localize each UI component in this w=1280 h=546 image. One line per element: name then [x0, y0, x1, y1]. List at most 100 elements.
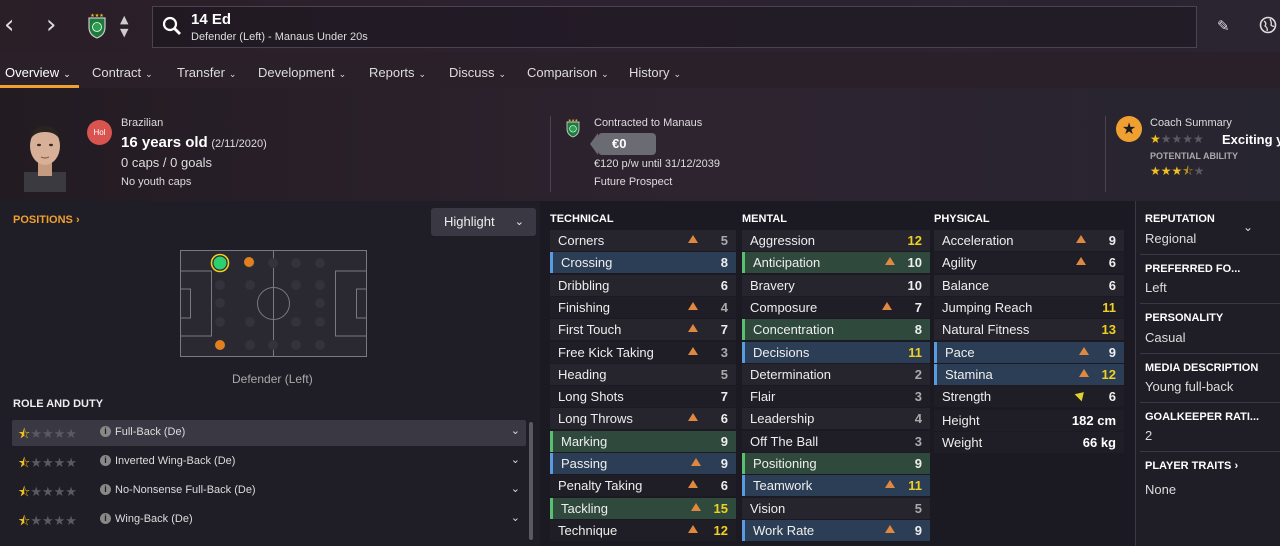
chevron-down-icon[interactable]: ⌄	[511, 453, 520, 466]
role-row-wing-back[interactable]: ⯪★★★★ i Wing-Back (De) ⌄	[12, 507, 526, 533]
club-crest-small-icon: ★★★	[566, 118, 580, 138]
attribute-row[interactable]: Technique 12	[550, 519, 736, 541]
attribute-row[interactable]: Stamina 12	[934, 363, 1124, 385]
attribute-row[interactable]: Strength 6	[934, 386, 1124, 408]
attribute-label: Acceleration	[942, 233, 1014, 248]
attribute-row[interactable]: Anticipation 10	[742, 252, 930, 274]
tab-reports[interactable]: Reports ⌄	[369, 65, 426, 80]
coach-summary-title: Coach Summary	[1150, 117, 1232, 129]
attribute-label: Long Shots	[558, 389, 624, 405]
attribute-value: 3	[914, 389, 922, 405]
attribute-trend-icon	[688, 346, 698, 355]
role-row-full-back[interactable]: ⯪★★★★ i Full-Back (De) ⌄	[12, 420, 526, 446]
attribute-row[interactable]: Composure 7	[742, 296, 930, 318]
forward-arrow-icon[interactable]: ›	[46, 12, 56, 38]
attribute-value: 6	[1108, 389, 1116, 405]
attribute-trend-icon	[885, 524, 895, 533]
attribute-row[interactable]: Leadership 4	[742, 408, 930, 430]
tab-comparison[interactable]: Comparison ⌄	[527, 65, 609, 80]
attribute-value: 7	[914, 299, 922, 315]
attribute-label: Anticipation	[753, 255, 821, 271]
chevron-down-icon[interactable]: ⌄	[511, 424, 520, 437]
attribute-row[interactable]: Marking 9	[550, 430, 736, 452]
attribute-row[interactable]: Natural Fitness 13	[934, 319, 1124, 341]
age-line: 16 years old (2/11/2020)	[121, 134, 267, 151]
edit-icon[interactable]: ✎	[1217, 17, 1230, 35]
attribute-row[interactable]: Decisions 11	[742, 341, 930, 363]
attribute-row[interactable]: Heading 5	[550, 363, 736, 385]
attribute-row[interactable]: Bravery 10	[742, 274, 930, 296]
info-icon[interactable]: i	[100, 484, 111, 495]
role-label: No-Nonsense Full-Back (De)	[115, 484, 256, 496]
attribute-row[interactable]: First Touch 7	[550, 319, 736, 341]
attribute-row[interactable]: Tackling 15	[550, 497, 736, 519]
attribute-row[interactable]: Aggression 12	[742, 230, 930, 251]
attribute-row[interactable]: Jumping Reach 11	[934, 296, 1124, 318]
attribute-row[interactable]: Teamwork 11	[742, 475, 930, 497]
attribute-trend-icon	[1074, 388, 1088, 402]
tab-contract[interactable]: Contract ⌄	[92, 65, 153, 80]
back-arrow-icon[interactable]: ‹	[4, 12, 14, 38]
attribute-row[interactable]: Off The Ball 3	[742, 430, 930, 452]
attribute-row[interactable]: Pace 9	[934, 341, 1124, 363]
role-row-inverted-wing-back[interactable]: ⯪★★★★ i Inverted Wing-Back (De) ⌄	[12, 449, 526, 475]
highlight-dropdown[interactable]: Highlight ⌄	[431, 208, 536, 236]
attribute-row[interactable]: Agility 6	[934, 252, 1124, 274]
role-label: Inverted Wing-Back (De)	[115, 455, 236, 467]
attribute-row[interactable]: Work Rate 9	[742, 519, 930, 541]
divider	[1140, 303, 1280, 304]
attribute-label: Teamwork	[753, 478, 813, 494]
attribute-value: 11	[908, 344, 922, 360]
tab-transfer[interactable]: Transfer ⌄	[177, 65, 236, 80]
attribute-value: 9	[914, 456, 922, 471]
chevron-down-icon[interactable]: ⌄	[511, 511, 520, 524]
info-icon[interactable]: i	[100, 455, 111, 466]
attribute-row[interactable]: Positioning 9	[742, 453, 930, 474]
tab-development[interactable]: Development ⌄	[258, 65, 346, 80]
svg-text:★★★: ★★★	[90, 13, 104, 19]
attribute-row[interactable]: Dribbling 6	[550, 274, 736, 296]
attribute-label: Penalty Taking	[558, 478, 643, 494]
attribute-row[interactable]: Concentration 8	[742, 319, 930, 341]
attribute-row[interactable]: Free Kick Taking 3	[550, 341, 736, 363]
media-description-value: Young full-back	[1145, 379, 1234, 394]
attribute-row[interactable]: Crossing 8	[550, 252, 736, 274]
player-switch-icon[interactable]: ▲ ▼	[120, 13, 128, 39]
positions-link[interactable]: POSITIONS ›	[13, 214, 80, 226]
player-face	[24, 126, 66, 192]
attribute-trend-icon	[688, 324, 698, 333]
attribute-row[interactable]: Passing 9	[550, 453, 736, 474]
attribute-value: 6	[1108, 277, 1116, 293]
attribute-row[interactable]: Penalty Taking 6	[550, 475, 736, 497]
player-traits-link[interactable]: PLAYER TRAITS ›	[1145, 460, 1238, 472]
attribute-row[interactable]: Determination 2	[742, 363, 930, 385]
attribute-value: 4	[720, 299, 728, 315]
technical-title: TECHNICAL	[550, 213, 614, 225]
role-row-no-nonsense-full-back[interactable]: ⯪★★★★ i No-Nonsense Full-Back (De) ⌄	[12, 478, 526, 504]
attribute-row[interactable]: Flair 3	[742, 386, 930, 408]
attribute-row[interactable]: Finishing 4	[550, 296, 736, 318]
physical-title: PHYSICAL	[934, 213, 990, 225]
search-bar[interactable]: 14 Ed Defender (Left) - Manaus Under 20s	[152, 6, 1197, 48]
attribute-row[interactable]: Vision 5	[742, 497, 930, 519]
attribute-row[interactable]: Acceleration 9	[934, 230, 1124, 251]
chevron-down-icon[interactable]: ⌄	[1243, 220, 1253, 234]
info-icon[interactable]: i	[100, 426, 111, 437]
attribute-value: 5	[914, 500, 922, 516]
attribute-row[interactable]: Corners 5	[550, 230, 736, 251]
coach-headline: Exciting y	[1222, 132, 1280, 147]
club-crest-icon[interactable]: ★★★	[85, 13, 109, 39]
globe-icon[interactable]	[1259, 16, 1277, 34]
info-icon[interactable]: i	[100, 513, 111, 524]
attribute-label: Composure	[750, 299, 818, 315]
attribute-row[interactable]: Long Throws 6	[550, 408, 736, 430]
tab-history[interactable]: History ⌄	[629, 65, 681, 80]
attribute-row[interactable]: Long Shots 7	[550, 386, 736, 408]
player-title: 14 Ed	[191, 11, 232, 28]
roles-scrollbar[interactable]	[529, 422, 533, 540]
tab-overview[interactable]: Overview ⌄	[5, 65, 71, 80]
tab-discuss[interactable]: Discuss ⌄	[449, 65, 506, 80]
attribute-row[interactable]: Balance 6	[934, 274, 1124, 296]
chevron-down-icon[interactable]: ⌄	[511, 482, 520, 495]
attribute-value: 5	[720, 366, 728, 382]
